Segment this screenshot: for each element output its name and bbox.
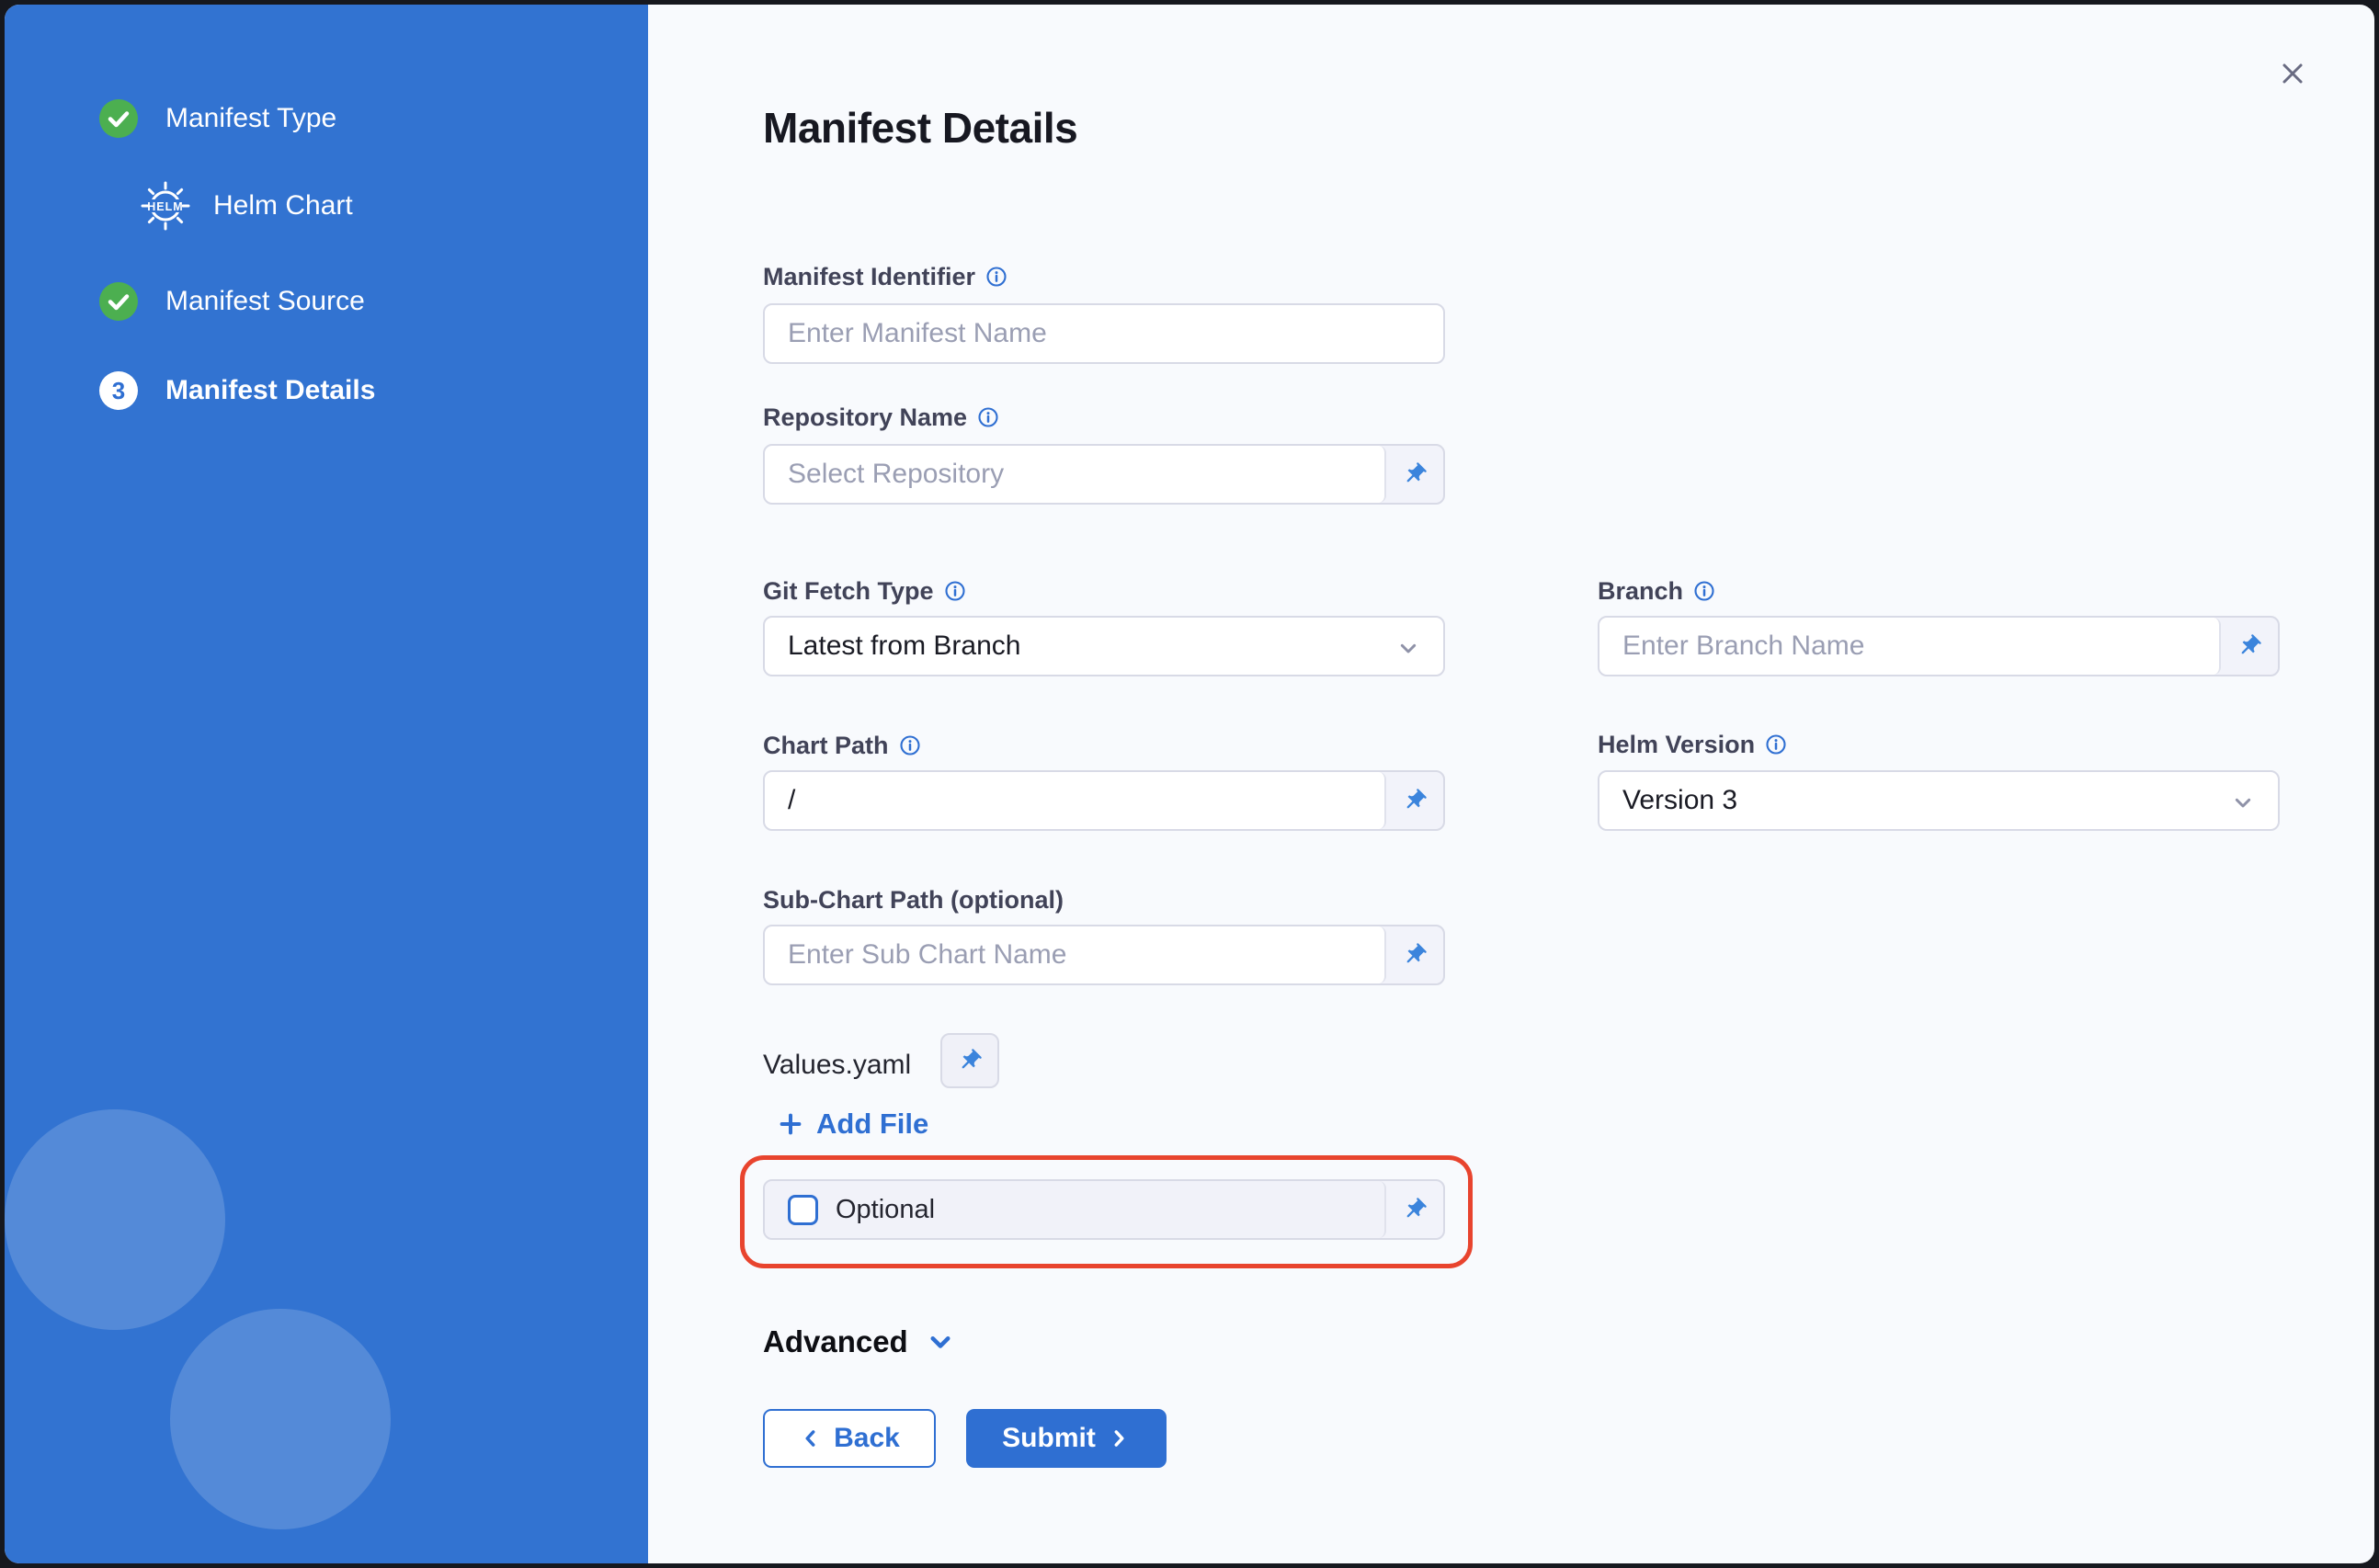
runtime-input-toggle[interactable] — [1386, 772, 1443, 829]
add-file-button[interactable]: Add File — [777, 1104, 928, 1144]
chevron-down-icon — [1394, 633, 1423, 663]
runtime-input-toggle[interactable] — [1386, 926, 1443, 983]
sub-chart-path-label: Sub-Chart Path (optional) — [763, 883, 1064, 916]
helm-version-label: Helm Version — [1598, 728, 1787, 761]
chart-path-label: Chart Path — [763, 729, 921, 762]
repository-name-input[interactable] — [788, 459, 1361, 490]
submit-button[interactable]: Submit — [966, 1409, 1167, 1468]
git-fetch-type-select[interactable]: Latest from Branch — [763, 616, 1445, 676]
step-label: Manifest Details — [165, 371, 375, 410]
back-button[interactable]: Back — [763, 1409, 936, 1468]
manifest-wizard-modal: Manifest Type — [5, 5, 2374, 1563]
helm-icon: HELM — [140, 180, 191, 232]
pin-icon — [957, 1048, 983, 1074]
pin-icon — [2237, 633, 2262, 659]
sidebar-step-manifest-source[interactable]: Manifest Source — [99, 282, 365, 321]
chart-path-field — [763, 770, 1445, 831]
optional-checkbox-label: Optional — [836, 1195, 935, 1225]
step-number-badge: 3 — [99, 371, 138, 410]
page-title: Manifest Details — [763, 103, 1077, 153]
close-button[interactable] — [2271, 51, 2315, 96]
info-icon[interactable] — [899, 734, 921, 756]
info-icon[interactable] — [985, 266, 1007, 288]
check-circle-icon — [99, 99, 138, 138]
step-label: Helm Chart — [213, 187, 353, 225]
step-number: 3 — [112, 377, 125, 405]
info-icon[interactable] — [944, 580, 966, 602]
sidebar-step-manifest-type[interactable]: Manifest Type — [99, 99, 336, 138]
svg-text:HELM: HELM — [147, 200, 183, 213]
info-icon[interactable] — [977, 406, 999, 428]
chart-path-input[interactable] — [788, 785, 1361, 816]
step-label: Manifest Type — [165, 99, 336, 138]
manifest-identifier-input[interactable] — [788, 318, 1420, 349]
info-icon[interactable] — [1765, 733, 1787, 756]
chevron-right-icon — [1107, 1426, 1131, 1450]
manifest-identifier-field — [763, 303, 1445, 364]
sub-chart-path-field — [763, 925, 1445, 985]
optional-field: Optional — [763, 1179, 1445, 1240]
pin-icon — [1402, 1197, 1428, 1222]
sidebar-subitem-helm-chart: HELM Helm Chart — [140, 180, 353, 232]
plus-icon — [777, 1110, 804, 1138]
repository-name-field — [763, 444, 1445, 505]
branch-field — [1598, 616, 2280, 676]
pin-icon — [1402, 461, 1428, 487]
wizard-sidebar: Manifest Type — [5, 5, 648, 1563]
manifest-identifier-label: Manifest Identifier — [763, 260, 1007, 293]
sidebar-step-manifest-details[interactable]: 3 Manifest Details — [99, 371, 375, 410]
chevron-down-icon — [924, 1325, 957, 1358]
runtime-input-toggle[interactable] — [2221, 618, 2278, 675]
branch-label: Branch — [1598, 574, 1715, 608]
helm-version-select[interactable]: Version 3 — [1598, 770, 2280, 831]
branch-input[interactable] — [1622, 631, 2196, 662]
git-fetch-type-label: Git Fetch Type — [763, 574, 966, 608]
manifest-details-panel: Manifest Details Manifest Identifier Rep… — [648, 5, 2374, 1563]
runtime-input-toggle[interactable] — [1386, 1181, 1443, 1238]
values-yaml-runtime-toggle[interactable] — [940, 1033, 999, 1088]
runtime-input-toggle[interactable] — [1386, 446, 1443, 503]
pin-icon — [1402, 942, 1428, 968]
chevron-down-icon — [2228, 788, 2258, 817]
sub-chart-path-input[interactable] — [788, 939, 1361, 971]
values-yaml-label: Values.yaml — [763, 1049, 911, 1082]
pin-icon — [1402, 788, 1428, 813]
close-icon — [2277, 58, 2308, 89]
step-label: Manifest Source — [165, 282, 365, 321]
chevron-left-icon — [799, 1426, 823, 1450]
repository-name-label: Repository Name — [763, 401, 999, 434]
info-icon[interactable] — [1693, 580, 1715, 602]
check-circle-icon — [99, 282, 138, 321]
optional-checkbox[interactable] — [788, 1195, 818, 1225]
advanced-toggle[interactable]: Advanced — [763, 1322, 957, 1362]
